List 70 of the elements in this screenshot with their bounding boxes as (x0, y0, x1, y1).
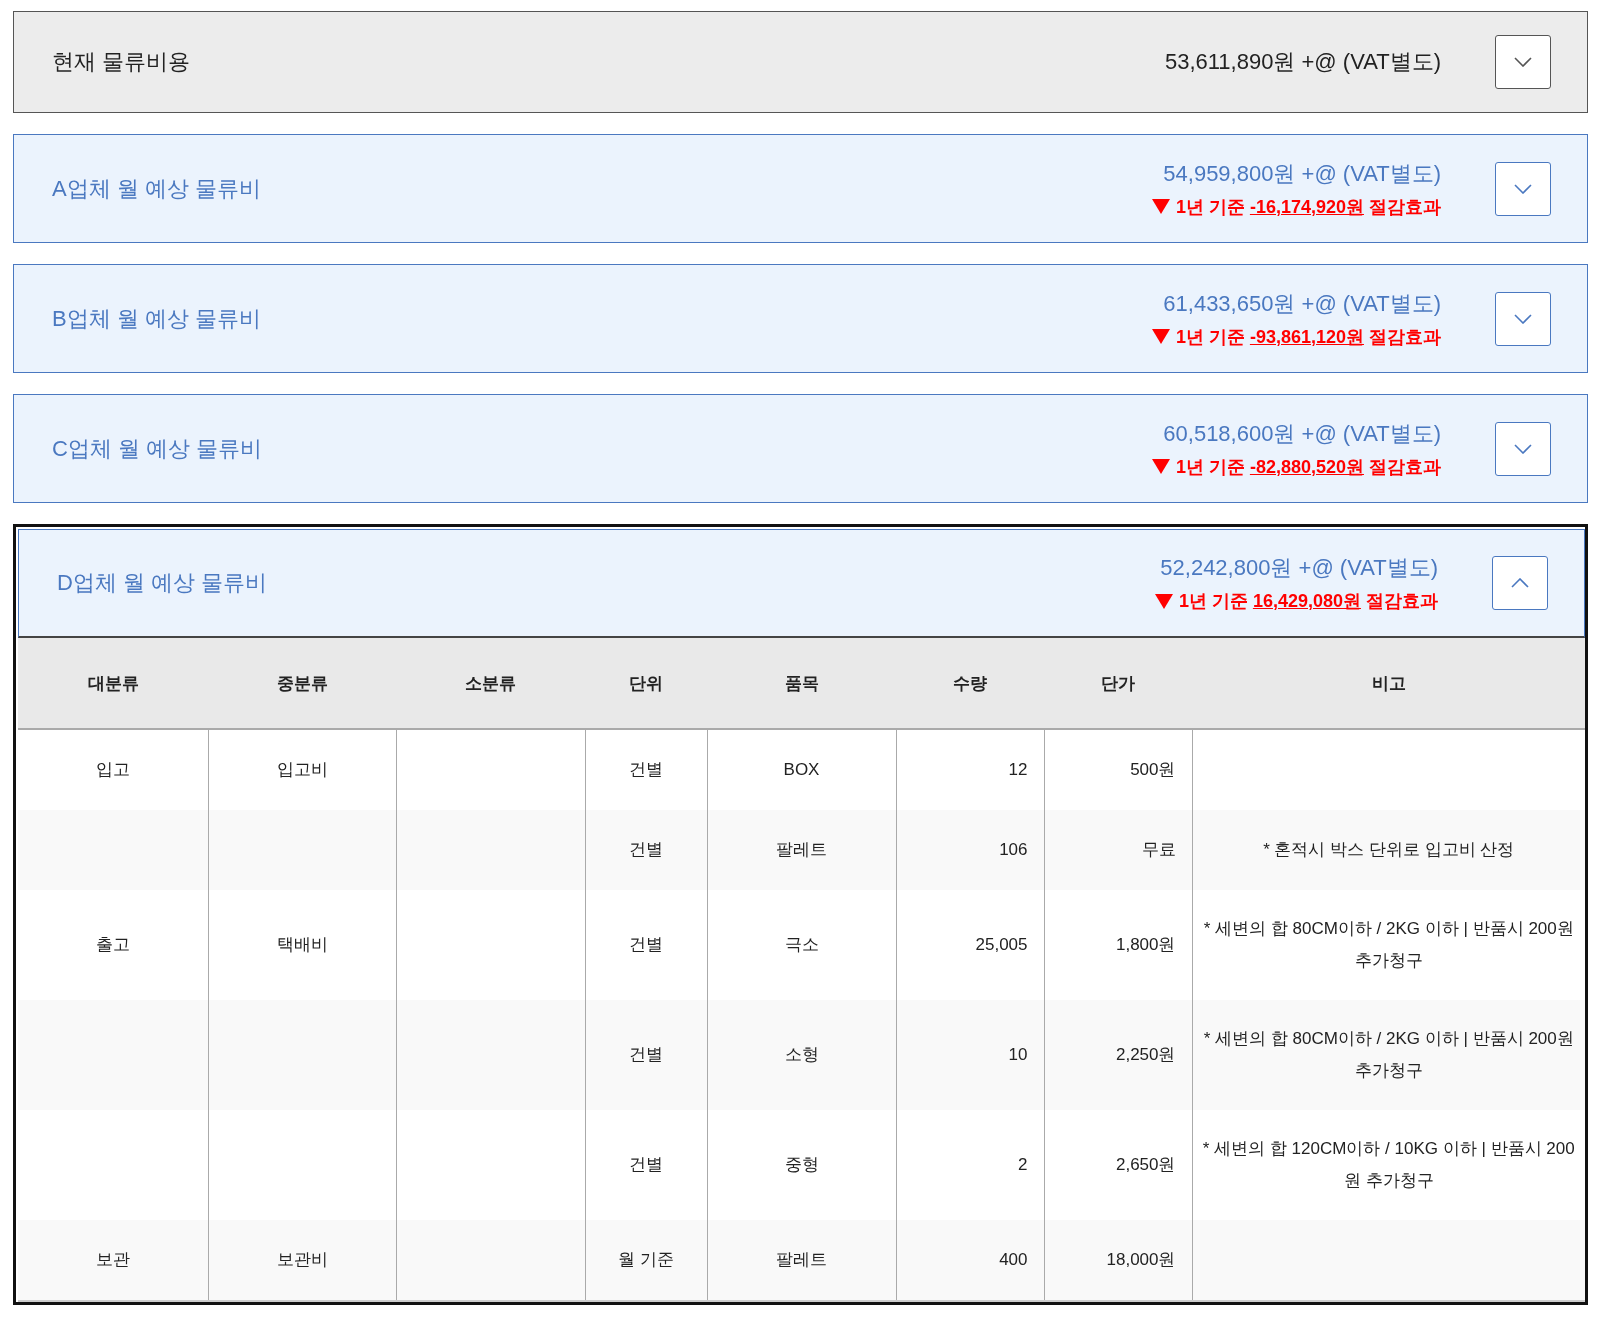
table-cell: 출고 (95, 935, 130, 954)
monthly-cost: 60,518,600원 +@ (VAT별도) (1163, 419, 1441, 448)
panel-title: 현재 물류비용 (52, 48, 192, 76)
table-cell: BOX (783, 760, 820, 779)
table-cell: 보관비 (276, 1250, 328, 1269)
table-cell: * 세변의 합 80CM이하 / 2KG 이하 | 반품시 200원 추가청구 (1203, 919, 1574, 970)
table-cell: 중형 (784, 1155, 819, 1174)
column-header: 품목 (707, 638, 896, 729)
savings-note: 1년 기준 -16,174,920원 절감효과 (1175, 195, 1441, 219)
table-cell: 월 기준 (618, 1250, 674, 1269)
savings-note: 1년 기준 -82,880,520원 절감효과 (1175, 455, 1441, 479)
down-triangle-icon (1151, 329, 1170, 344)
table-cell: 건별 (629, 840, 663, 859)
chevron-down-icon (1514, 57, 1532, 67)
table-cell: 소형 (784, 1045, 819, 1064)
column-header: 비고 (1192, 638, 1585, 729)
table-cell: 팔레트 (776, 1250, 827, 1269)
monthly-cost: 53,611,890원 +@ (VAT별도) (1164, 48, 1441, 76)
table-cell: * 세변의 합 80CM이하 / 2KG 이하 | 반품시 200원 추가청구 (1203, 1029, 1574, 1080)
panel-title: A업체 월 예상 물류비 (52, 174, 262, 203)
toggle-button[interactable] (1495, 421, 1551, 476)
column-header: 대분류 (18, 638, 208, 729)
toggle-button[interactable] (1492, 556, 1548, 610)
table-cell: 건별 (629, 935, 663, 954)
table-cell: 2,650원 (1115, 1155, 1176, 1174)
toggle-button[interactable] (1495, 161, 1551, 216)
panel-title: C업체 월 예상 물류비 (52, 434, 264, 463)
monthly-cost: 61,433,650원 +@ (VAT별도) (1163, 289, 1441, 318)
chevron-up-icon (1511, 578, 1529, 588)
panel-title: D업체 월 예상 물류비 (57, 569, 269, 597)
chevron-down-icon (1514, 443, 1532, 454)
table-cell: 입고 (95, 760, 130, 779)
table-cell: 극소 (784, 935, 819, 954)
toggle-button[interactable] (1495, 291, 1551, 346)
down-triangle-icon (1151, 459, 1170, 474)
table-cell: 입고비 (276, 760, 328, 779)
savings-note: 1년 기준 -93,861,120원 절감효과 (1175, 325, 1441, 349)
monthly-cost: 52,242,800원 +@ (VAT별도) (1160, 554, 1438, 582)
table-cell: 무료 (1141, 840, 1176, 859)
table-cell: 500원 (1130, 760, 1176, 779)
table-cell: 1,800원 (1115, 935, 1176, 954)
table-cell: 106 (999, 840, 1028, 859)
chevron-down-icon (1514, 313, 1532, 324)
table-cell: 400 (999, 1250, 1028, 1269)
table-cell: 2,250원 (1115, 1045, 1176, 1064)
table-cell: 건별 (629, 760, 663, 779)
table-cell: 팔레트 (776, 840, 827, 859)
table-cell: 10 (1008, 1045, 1028, 1064)
column-header: 수량 (896, 638, 1044, 729)
chevron-down-icon (1514, 183, 1532, 194)
table-cell: * 혼적시 박스 단위로 입고비 산정 (1263, 840, 1515, 859)
column-header: 중분류 (208, 638, 396, 729)
column-header: 단위 (585, 638, 707, 729)
toggle-button[interactable] (1495, 35, 1551, 89)
table-cell: 건별 (629, 1045, 663, 1064)
table-cell: * 세변의 합 120CM이하 / 10KG 이하 | 반품시 200원 추가청구 (1202, 1139, 1575, 1190)
table-cell: 25,005 (975, 935, 1028, 954)
panel-title: B업체 월 예상 물류비 (52, 304, 262, 333)
down-triangle-icon (1151, 199, 1170, 214)
table-cell: 보관 (95, 1250, 130, 1269)
table-cell: 2 (1018, 1155, 1028, 1174)
table-cell: 18,000원 (1106, 1250, 1176, 1269)
monthly-cost: 54,959,800원 +@ (VAT별도) (1163, 159, 1441, 188)
savings-note: 1년 기준 16,429,080원 절감효과 (1178, 590, 1438, 613)
down-triangle-icon (1154, 593, 1173, 609)
table-cell: 건별 (629, 1155, 663, 1174)
column-header: 단가 (1044, 638, 1192, 729)
column-header: 소분류 (396, 638, 585, 729)
table-cell: 12 (1008, 760, 1028, 779)
table-cell: 택배비 (276, 935, 328, 954)
